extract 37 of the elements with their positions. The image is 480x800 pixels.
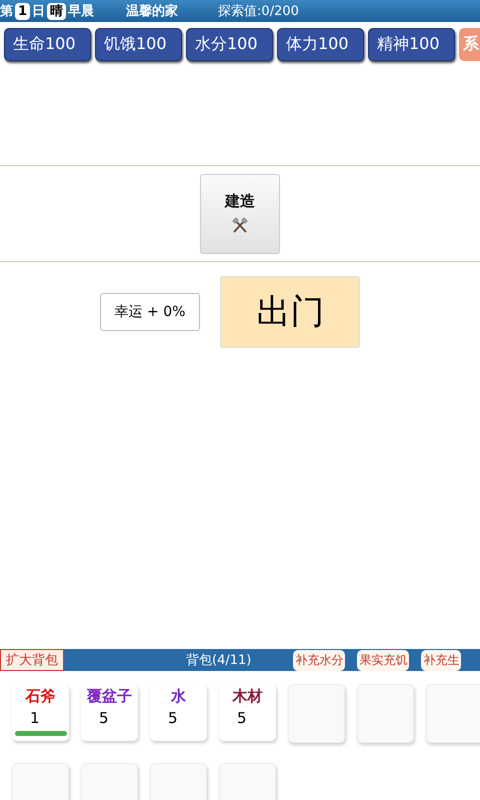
item-name: 木材	[232, 687, 262, 706]
exploration-value: 探索值:0/200	[218, 3, 299, 20]
day-prefix: 第	[0, 3, 13, 20]
empty-slot[interactable]	[288, 684, 345, 743]
durability-bar	[14, 731, 66, 736]
item-count: 5	[99, 709, 109, 727]
stat-button[interactable]: 饥饿100	[95, 28, 182, 61]
item-count: 5	[237, 709, 247, 727]
stat-button[interactable]: 水分100	[186, 28, 273, 61]
stat-button[interactable]: 体力100	[277, 28, 364, 61]
item-slot[interactable]: 覆盆子 5	[81, 684, 138, 741]
quick-action-button[interactable]: 补充生	[421, 650, 462, 670]
luck-label: 幸运 + 0%	[100, 293, 200, 331]
time-of-day: 早晨	[68, 2, 94, 20]
go-out-button[interactable]: 出门	[220, 276, 360, 348]
item-count: 5	[168, 709, 178, 727]
expand-backpack-button[interactable]: 扩大背包	[0, 649, 64, 671]
quick-action-button[interactable]: 补充水分	[293, 650, 346, 670]
empty-slot[interactable]	[426, 684, 480, 743]
build-button[interactable]: 建造	[200, 174, 280, 254]
item-slot[interactable]: 水 5	[150, 684, 207, 741]
item-name: 石斧	[26, 687, 56, 706]
backpack-title: 背包(4/11)	[186, 652, 252, 669]
stat-button[interactable]: 生命100	[4, 28, 91, 61]
weather-label: 晴	[47, 2, 66, 20]
location-label: 温馨的家	[126, 2, 178, 20]
quick-action-button[interactable]: 果实充饥	[357, 650, 410, 670]
item-slot[interactable]: 石斧 1	[12, 684, 69, 741]
stat-button[interactable]: 精神100	[368, 28, 455, 61]
empty-slot[interactable]	[357, 684, 414, 743]
item-name: 水	[171, 687, 186, 706]
hammers-icon	[230, 215, 250, 235]
item-name: 覆盆子	[87, 687, 132, 706]
day-number: 1	[15, 2, 30, 20]
item-slot[interactable]: 木材 5	[219, 684, 276, 741]
item-count: 1	[30, 709, 40, 727]
day-suffix: 日	[32, 3, 46, 20]
